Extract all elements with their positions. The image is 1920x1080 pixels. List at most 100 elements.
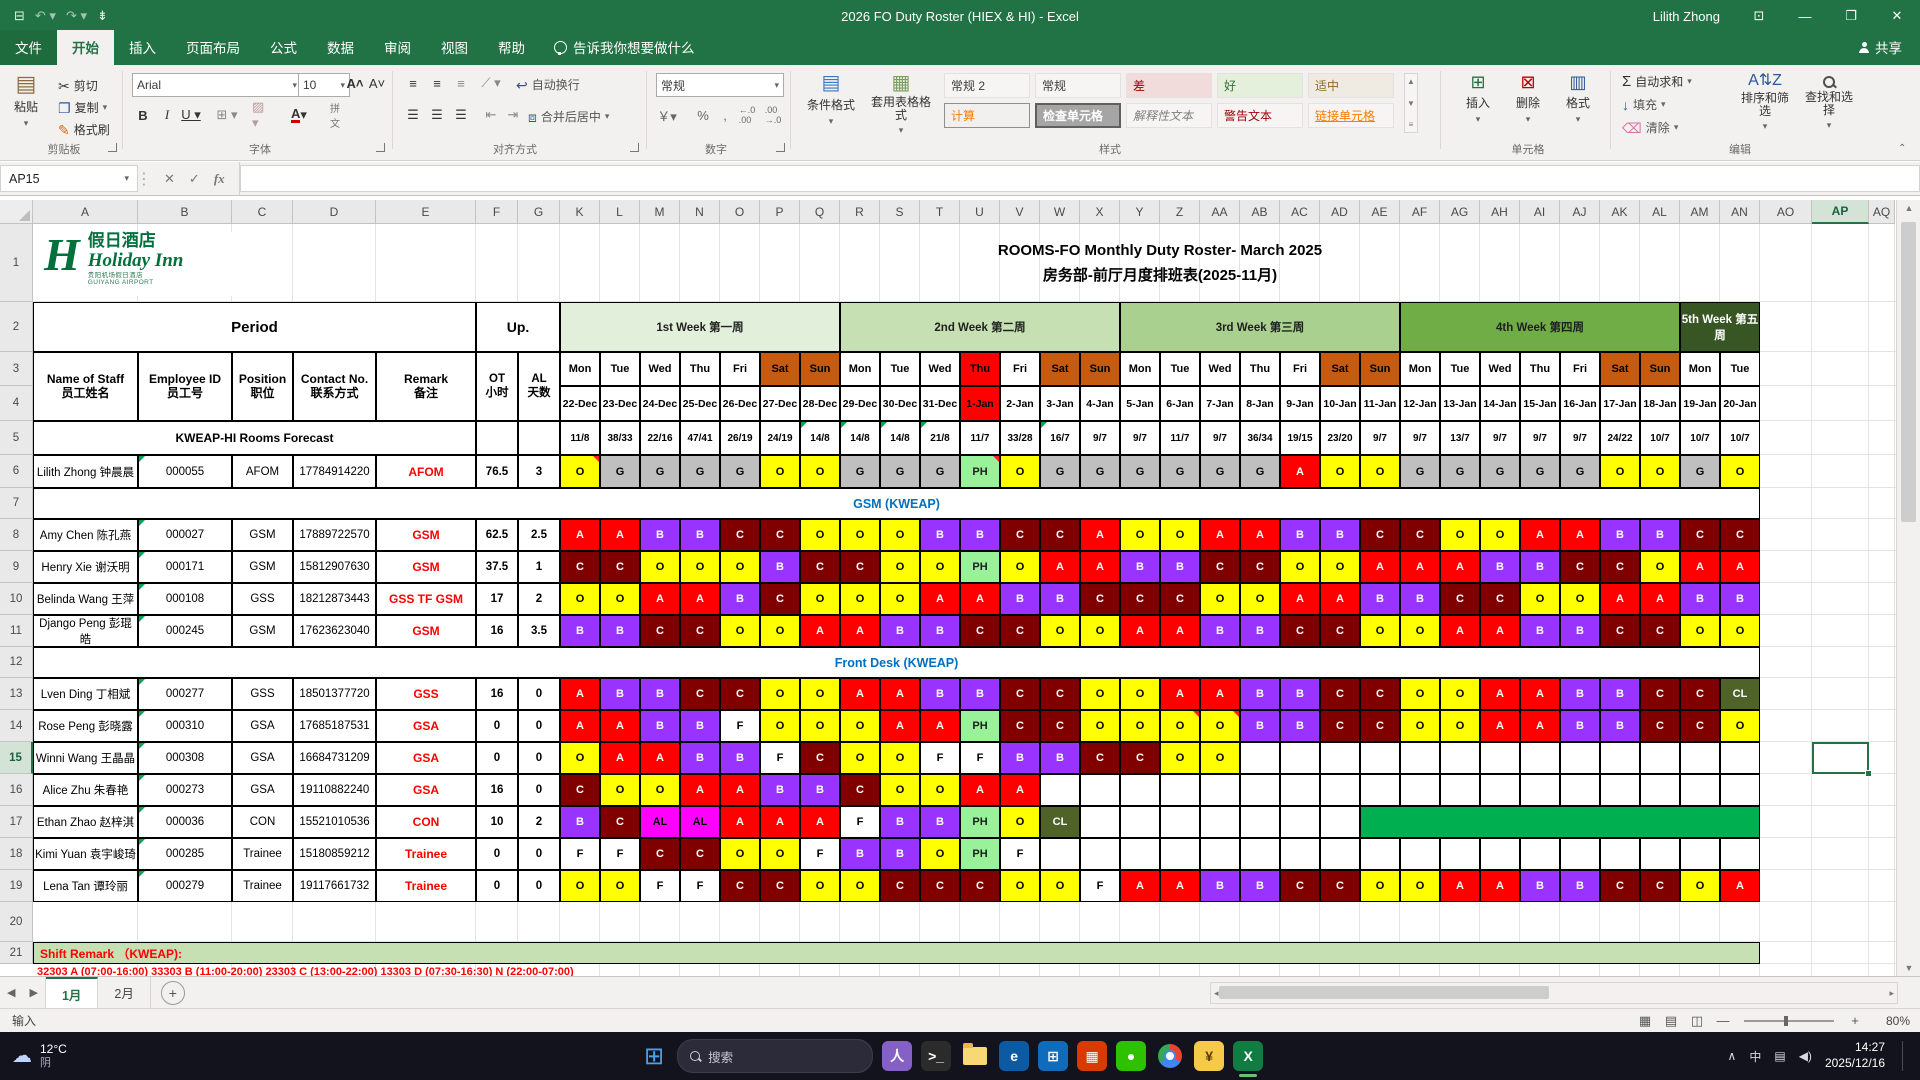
staff-position-cell[interactable]: GSA [232, 742, 293, 774]
staff-id-cell[interactable]: 000279 [138, 870, 232, 902]
shift-cell[interactable]: O [560, 583, 600, 615]
shift-cell[interactable]: PH [960, 710, 1000, 742]
shift-cell[interactable]: O [720, 838, 760, 870]
date-header-cell[interactable]: 2-Jan [1000, 386, 1040, 421]
staff-id-cell[interactable]: 000055 [138, 455, 232, 488]
horizontal-scrollbar[interactable]: ◂ ▸ [1210, 982, 1898, 1004]
shift-cell[interactable]: B [920, 806, 960, 838]
shift-cell[interactable]: F [680, 870, 720, 902]
shift-cell[interactable]: B [1240, 870, 1280, 902]
day-header-cell[interactable]: Fri [1280, 352, 1320, 386]
column-header-AI[interactable]: AI [1520, 200, 1560, 224]
column-header-D[interactable]: D [293, 200, 376, 224]
shift-cell[interactable] [1680, 742, 1720, 774]
shift-cell[interactable]: O [1080, 710, 1120, 742]
shift-cell[interactable]: C [1600, 870, 1640, 902]
shift-cell[interactable]: C [1280, 615, 1320, 647]
shift-cell[interactable]: C [1080, 583, 1120, 615]
date-header-cell[interactable]: 15-Jan [1520, 386, 1560, 421]
shift-cell[interactable]: G [1040, 455, 1080, 488]
shift-cell[interactable]: O [1440, 519, 1480, 551]
day-header-cell[interactable]: Thu [960, 352, 1000, 386]
staff-remark-cell[interactable]: Trainee [376, 838, 476, 870]
shift-cell[interactable]: B [1240, 678, 1280, 710]
shift-cell[interactable] [1720, 838, 1760, 870]
shift-cell[interactable]: C [1440, 583, 1480, 615]
shift-cell[interactable]: C [600, 551, 640, 583]
shift-cell[interactable]: O [1360, 870, 1400, 902]
column-header-G[interactable]: G [518, 200, 560, 224]
staff-ot-cell[interactable]: 37.5 [476, 551, 518, 583]
shift-cell[interactable]: O [1120, 519, 1160, 551]
date-header-cell[interactable]: 23-Dec [600, 386, 640, 421]
weather-widget[interactable]: ☁ 12°C阴 [0, 1042, 162, 1070]
show-desktop-button[interactable] [1902, 1041, 1906, 1071]
shift-cell[interactable]: A [1120, 870, 1160, 902]
forecast-cell[interactable]: 16/7 [1040, 421, 1080, 455]
forecast-cell[interactable]: 10/7 [1640, 421, 1680, 455]
shift-cell[interactable]: B [840, 838, 880, 870]
vertical-scroll-thumb[interactable] [1901, 222, 1916, 522]
date-header-cell[interactable]: 19-Jan [1680, 386, 1720, 421]
staff-ot-cell[interactable]: 0 [476, 838, 518, 870]
shift-cell[interactable]: O [600, 774, 640, 806]
date-header-cell[interactable]: 24-Dec [640, 386, 680, 421]
shift-cell[interactable]: O [1520, 583, 1560, 615]
shift-cell[interactable]: O [1400, 710, 1440, 742]
column-header-R[interactable]: R [840, 200, 880, 224]
shift-cell[interactable] [1320, 774, 1360, 806]
shift-cell[interactable]: B [1200, 615, 1240, 647]
staff-id-cell[interactable]: 000036 [138, 806, 232, 838]
shift-cell[interactable]: A [840, 615, 880, 647]
shift-cell[interactable]: A [1160, 615, 1200, 647]
forecast-label-cell[interactable]: KWEAP-HI Rooms Forecast [33, 421, 476, 455]
shift-cell[interactable] [1360, 774, 1400, 806]
shift-cell[interactable]: A [1120, 615, 1160, 647]
shift-cell[interactable]: C [1000, 615, 1040, 647]
shift-cell[interactable]: C [680, 838, 720, 870]
zoom-in-icon[interactable]: + [1842, 1011, 1868, 1031]
staff-contact-cell[interactable]: 18501377720 [293, 678, 376, 710]
staff-ot-cell[interactable]: 16 [476, 678, 518, 710]
shift-cell[interactable]: A [960, 774, 1000, 806]
column-header-AB[interactable]: AB [1240, 200, 1280, 224]
staff-name-cell[interactable]: Lven Ding 丁相斌 [33, 678, 138, 710]
forecast-al-cell[interactable] [518, 421, 560, 455]
shift-cell[interactable]: B [680, 519, 720, 551]
shift-cell[interactable]: B [720, 583, 760, 615]
staff-contact-cell[interactable]: 15521010536 [293, 806, 376, 838]
shift-cell[interactable]: B [1400, 583, 1440, 615]
column-header-U[interactable]: U [960, 200, 1000, 224]
shift-cell[interactable]: A [560, 678, 600, 710]
forecast-cell[interactable]: 9/7 [1200, 421, 1240, 455]
shift-cell[interactable] [1440, 838, 1480, 870]
staff-ot-cell[interactable]: 17 [476, 583, 518, 615]
shift-cell[interactable]: C [1200, 551, 1240, 583]
staff-ot-cell[interactable]: 10 [476, 806, 518, 838]
staff-remark-cell[interactable]: GSA [376, 742, 476, 774]
day-header-cell[interactable]: Sat [1040, 352, 1080, 386]
shift-cell[interactable]: C [720, 519, 760, 551]
shift-cell[interactable]: B [1560, 678, 1600, 710]
shift-cell[interactable]: A [1720, 870, 1760, 902]
shift-cell[interactable]: O [720, 615, 760, 647]
row-header-13[interactable]: 13 [0, 678, 33, 710]
active-cell-selection[interactable] [1812, 742, 1869, 774]
day-header-cell[interactable]: Mon [1400, 352, 1440, 386]
shift-cell[interactable]: O [1680, 870, 1720, 902]
row-header-2[interactable]: 2 [0, 302, 33, 352]
shift-cell[interactable]: C [760, 583, 800, 615]
shift-cell[interactable]: G [1400, 455, 1440, 488]
column-header-Z[interactable]: Z [1160, 200, 1200, 224]
shift-cell[interactable]: AL [640, 806, 680, 838]
column-header-AK[interactable]: AK [1600, 200, 1640, 224]
staff-al-cell[interactable]: 2 [518, 806, 560, 838]
shift-cell[interactable]: O [760, 710, 800, 742]
shift-cell[interactable]: A [1280, 455, 1320, 488]
shift-cell[interactable]: B [880, 806, 920, 838]
shift-cell[interactable]: O [1280, 551, 1320, 583]
shift-cell[interactable]: C [1680, 678, 1720, 710]
staff-contact-cell[interactable]: 17623623040 [293, 615, 376, 647]
shift-cell[interactable]: O [1720, 710, 1760, 742]
date-header-cell[interactable]: 3-Jan [1040, 386, 1080, 421]
